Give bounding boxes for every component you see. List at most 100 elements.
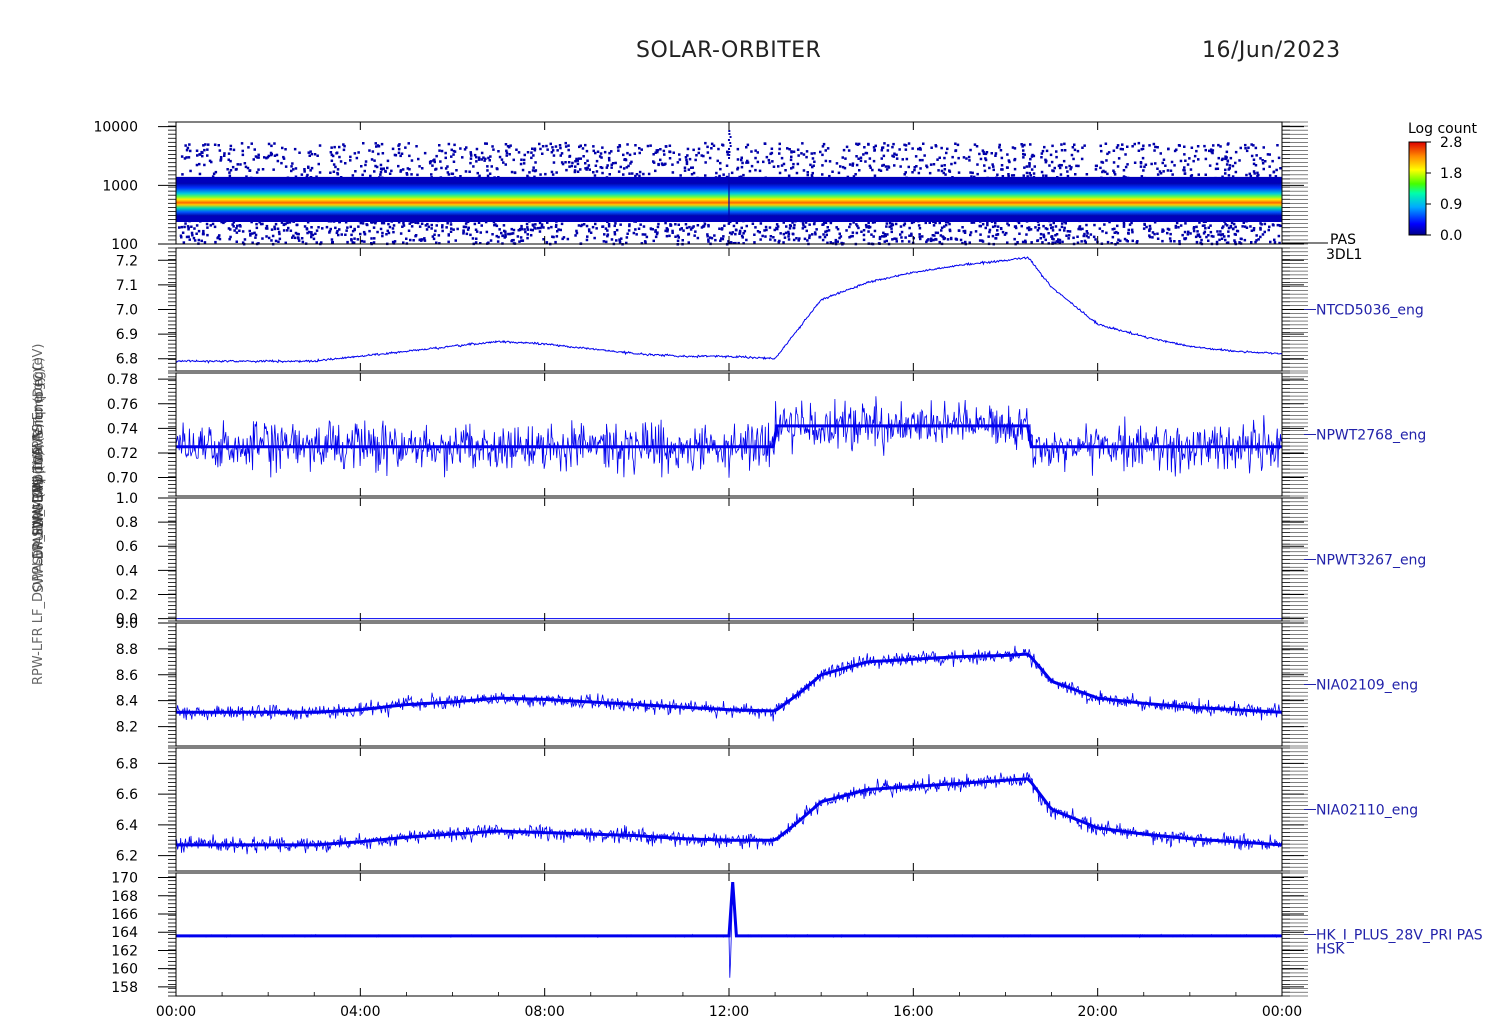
count-pixel bbox=[255, 171, 259, 174]
count-pixel bbox=[892, 142, 895, 146]
count-pixel bbox=[202, 229, 205, 233]
count-pixel bbox=[399, 232, 403, 235]
count-pixel bbox=[981, 222, 985, 226]
count-pixel bbox=[736, 147, 740, 151]
count-pixel bbox=[823, 235, 827, 239]
count-pixel bbox=[1073, 143, 1076, 146]
count-pixel bbox=[1030, 241, 1033, 244]
count-pixel bbox=[231, 223, 234, 226]
count-pixel bbox=[759, 238, 762, 241]
count-pixel bbox=[789, 158, 793, 162]
count-pixel bbox=[267, 236, 271, 240]
count-pixel bbox=[671, 163, 674, 166]
count-pixel bbox=[195, 163, 199, 167]
y-tick-label: 0.2 bbox=[116, 587, 138, 603]
count-pixel bbox=[1029, 174, 1032, 177]
count-pixel bbox=[200, 150, 203, 154]
count-pixel bbox=[674, 235, 677, 238]
spike-pixel bbox=[727, 139, 730, 141]
count-pixel bbox=[586, 235, 589, 238]
count-pixel bbox=[1156, 146, 1159, 149]
count-pixel bbox=[497, 150, 500, 153]
series-baseline bbox=[176, 652, 1283, 714]
count-pixel bbox=[286, 229, 289, 232]
count-pixel bbox=[1179, 224, 1183, 227]
count-pixel bbox=[1156, 173, 1160, 176]
count-pixel bbox=[1189, 232, 1192, 235]
count-pixel bbox=[1048, 164, 1051, 167]
count-pixel bbox=[471, 237, 475, 240]
count-pixel bbox=[825, 229, 829, 233]
count-pixel bbox=[856, 143, 859, 146]
count-pixel bbox=[406, 167, 410, 170]
count-pixel bbox=[1044, 160, 1048, 164]
count-pixel bbox=[1101, 170, 1104, 174]
count-pixel bbox=[359, 221, 363, 225]
count-pixel bbox=[1212, 235, 1215, 238]
count-pixel bbox=[475, 230, 479, 233]
count-pixel bbox=[796, 162, 800, 166]
count-pixel bbox=[397, 147, 401, 151]
y-tick-label: 0.6 bbox=[116, 539, 138, 555]
count-pixel bbox=[502, 161, 505, 164]
count-pixel bbox=[1000, 168, 1003, 171]
panel-label-line2: HSK bbox=[1316, 942, 1345, 958]
count-pixel bbox=[266, 156, 270, 159]
count-pixel bbox=[1113, 231, 1116, 234]
y-tick-label: 160 bbox=[111, 962, 138, 978]
count-pixel bbox=[720, 228, 724, 231]
count-pixel bbox=[539, 147, 542, 151]
count-pixel bbox=[844, 157, 847, 160]
count-pixel bbox=[1036, 239, 1040, 242]
count-pixel bbox=[416, 221, 420, 225]
count-pixel bbox=[1247, 146, 1250, 149]
count-pixel bbox=[603, 150, 607, 154]
count-pixel bbox=[635, 173, 639, 176]
count-pixel bbox=[864, 160, 867, 163]
count-pixel bbox=[575, 157, 578, 161]
count-pixel bbox=[517, 151, 521, 154]
y-tick-label: 0.8 bbox=[116, 515, 138, 531]
count-pixel bbox=[266, 227, 269, 230]
count-pixel bbox=[1261, 233, 1265, 236]
count-pixel bbox=[1028, 162, 1031, 165]
count-pixel bbox=[971, 171, 974, 175]
count-pixel bbox=[1227, 234, 1230, 238]
count-pixel bbox=[478, 174, 481, 178]
count-pixel bbox=[868, 157, 872, 160]
y-tick-label: 0.70 bbox=[107, 471, 138, 487]
count-pixel bbox=[754, 226, 757, 229]
count-pixel bbox=[664, 221, 667, 225]
count-pixel bbox=[679, 174, 682, 177]
count-pixel bbox=[868, 225, 872, 229]
count-pixel bbox=[1245, 173, 1248, 177]
count-pixel bbox=[1060, 225, 1064, 229]
count-pixel bbox=[1150, 162, 1153, 166]
count-pixel bbox=[328, 231, 331, 234]
count-pixel bbox=[984, 152, 988, 156]
count-pixel bbox=[564, 145, 568, 148]
count-pixel bbox=[294, 167, 298, 170]
count-pixel bbox=[605, 166, 609, 169]
count-pixel bbox=[1220, 233, 1223, 237]
count-pixel bbox=[857, 157, 860, 160]
count-pixel bbox=[410, 159, 414, 162]
count-pixel bbox=[929, 163, 933, 166]
count-pixel bbox=[1200, 238, 1203, 242]
count-pixel bbox=[965, 157, 968, 160]
count-pixel bbox=[1071, 146, 1075, 149]
count-pixel bbox=[480, 151, 484, 155]
y-tick-label: 9.0 bbox=[116, 616, 138, 632]
count-pixel bbox=[1051, 144, 1054, 148]
count-pixel bbox=[606, 164, 609, 167]
count-pixel bbox=[862, 229, 866, 232]
count-pixel bbox=[1183, 145, 1186, 148]
count-pixel bbox=[190, 231, 194, 235]
count-pixel bbox=[189, 169, 192, 173]
count-pixel bbox=[477, 158, 481, 161]
count-pixel bbox=[201, 154, 204, 158]
count-pixel bbox=[1187, 230, 1190, 234]
count-pixel bbox=[1068, 164, 1071, 168]
count-pixel bbox=[604, 227, 608, 230]
y-tick-label: 8.4 bbox=[116, 694, 138, 710]
